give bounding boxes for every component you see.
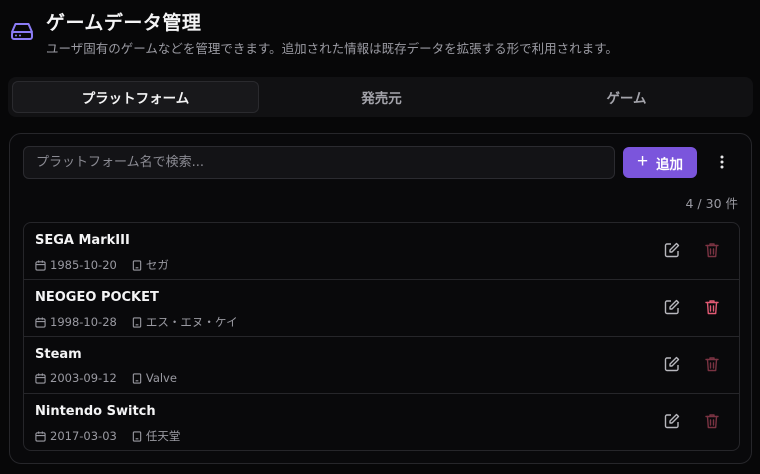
platform-meta: 1985-10-20 セガ [35,257,169,273]
edit-icon[interactable] [663,412,681,430]
manufacturer-icon [132,316,142,328]
page-title: ゲームデータ管理 [46,12,202,34]
trash-icon[interactable] [703,412,721,430]
platform-name: Steam [35,347,82,362]
calendar-icon [35,316,46,328]
platform-panel: + 追加 4 / 30 件 SEGA MarkIII 1985-10-20 セガ… [9,133,752,464]
manufacturer-icon [132,259,142,271]
release-date: 2017-03-03 [50,429,117,443]
more-vertical-icon [720,155,724,169]
tab-bar: プラットフォーム 発売元 ゲーム [8,77,753,117]
tab-platform[interactable]: プラットフォーム [12,81,259,113]
plus-icon: + [636,151,649,172]
trash-icon[interactable] [703,298,721,316]
calendar-icon [35,372,46,384]
release-date: 1985-10-20 [50,258,117,272]
platform-name: Nintendo Switch [35,404,156,419]
list-item: Steam 2003-09-12 Valve [24,337,739,394]
add-button[interactable]: + 追加 [623,147,697,178]
search-input[interactable] [23,146,615,179]
add-button-label: 追加 [656,156,684,172]
list-item: SEGA MarkIII 1985-10-20 セガ [24,223,739,280]
result-count: 4 / 30 件 [685,196,739,211]
edit-icon[interactable] [663,298,681,316]
release-date: 2003-09-12 [50,371,117,385]
manufacturer-name: Valve [145,371,177,385]
platform-list: SEGA MarkIII 1985-10-20 セガ NEOGEO POCKET… [23,222,740,451]
platform-meta: 1998-10-28 エス・エヌ・ケイ [35,314,238,330]
tab-publisher[interactable]: 発売元 [259,81,504,113]
hard-drive-icon [11,23,33,40]
list-item: NEOGEO POCKET 1998-10-28 エス・エヌ・ケイ [24,280,739,337]
page-subtitle: ユーザ固有のゲームなどを管理できます。追加された情報は既存データを拡張する形で利… [46,41,618,56]
trash-icon[interactable] [703,355,721,373]
calendar-icon [35,259,46,271]
edit-icon[interactable] [663,241,681,259]
platform-name: NEOGEO POCKET [35,290,159,305]
platform-meta: 2003-09-12 Valve [35,371,177,385]
platform-name: SEGA MarkIII [35,233,130,248]
platform-meta: 2017-03-03 任天堂 [35,428,180,444]
manufacturer-name: 任天堂 [145,429,181,443]
page-header: ゲームデータ管理 ユーザ固有のゲームなどを管理できます。追加された情報は既存デー… [10,6,750,56]
more-options-button[interactable] [709,148,735,176]
list-item: Nintendo Switch 2017-03-03 任天堂 [24,394,739,450]
manufacturer-name: エス・エヌ・ケイ [145,315,238,329]
tab-game[interactable]: ゲーム [504,81,749,113]
release-date: 1998-10-28 [50,315,117,329]
manufacturer-name: セガ [145,258,169,272]
manufacturer-icon [132,430,142,442]
trash-icon[interactable] [703,241,721,259]
manufacturer-icon [132,372,142,384]
edit-icon[interactable] [663,355,681,373]
calendar-icon [35,430,46,442]
